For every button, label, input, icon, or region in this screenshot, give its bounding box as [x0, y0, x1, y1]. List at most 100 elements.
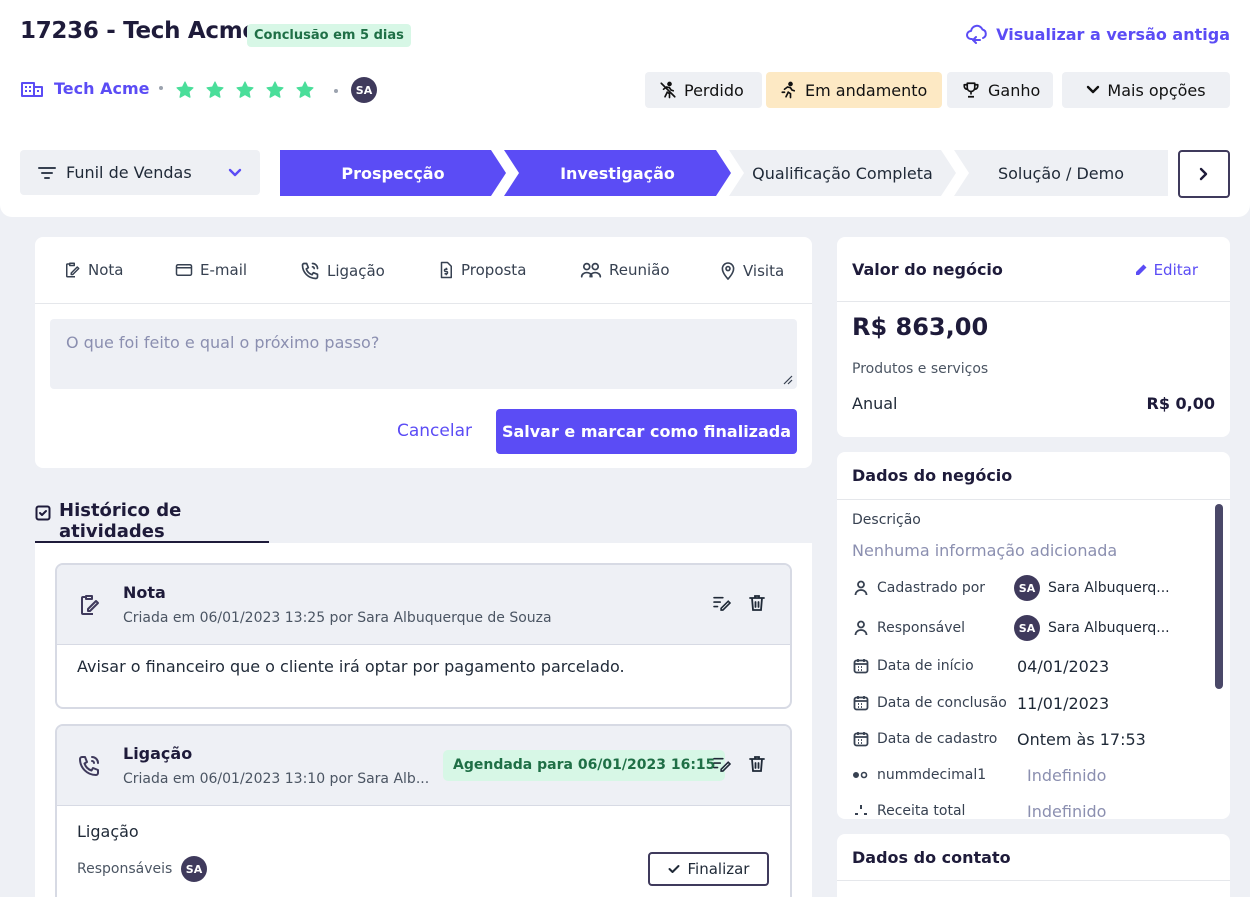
- annual-value: R$ 0,00: [1146, 394, 1216, 413]
- field-value[interactable]: 04/01/2023: [1017, 657, 1109, 676]
- star-icon[interactable]: [175, 80, 195, 100]
- decimal-icon: [852, 771, 870, 779]
- field-user[interactable]: SA Sara Albuquerq...: [1014, 575, 1170, 601]
- field-responsible: Responsável SA Sara Albuquerq...: [852, 614, 1170, 642]
- tab-proposta[interactable]: Proposta: [438, 261, 526, 279]
- tab-ligacao[interactable]: Ligação: [300, 261, 385, 281]
- lost-label: Perdido: [684, 80, 744, 100]
- old-version-link[interactable]: Visualizar a versão antiga: [966, 24, 1230, 44]
- save-finish-button[interactable]: Salvar e marcar como finalizada: [496, 409, 797, 454]
- star-icon[interactable]: [205, 80, 225, 100]
- old-version-label: Visualizar a versão antiga: [996, 24, 1230, 44]
- annual-label: Anual: [852, 394, 898, 413]
- trophy-icon: [961, 81, 981, 99]
- cloud-undo-icon: [966, 24, 988, 44]
- activity-type-tabs: Nota E-mail Ligação Proposta Reunião Vis…: [35, 237, 812, 304]
- more-options-label: Mais opções: [1107, 80, 1206, 100]
- edit-label: Editar: [1153, 261, 1198, 279]
- star-icon[interactable]: [235, 80, 255, 100]
- edit-icon[interactable]: [713, 756, 731, 772]
- running-icon: [780, 81, 798, 99]
- field-value[interactable]: 11/01/2023: [1017, 694, 1109, 713]
- phone-call-icon: [300, 261, 320, 281]
- lost-button[interactable]: Perdido: [645, 72, 762, 108]
- building-icon: [20, 78, 44, 98]
- history-tab[interactable]: Histórico de atividades: [35, 497, 269, 543]
- mail-icon: [175, 262, 193, 278]
- calendar-icon: [852, 731, 870, 747]
- users-icon: [580, 261, 602, 279]
- deal-title: 17236 - Tech Acme: [20, 18, 258, 44]
- numbers-icon: [852, 804, 870, 818]
- stage-qualificacao[interactable]: Qualificação Completa: [729, 150, 956, 196]
- more-options-button[interactable]: Mais opções: [1062, 72, 1230, 108]
- stages-next-button[interactable]: [1178, 150, 1230, 198]
- separator-dot: [334, 89, 338, 93]
- field-user[interactable]: SA Sara Albuquerq...: [1014, 615, 1170, 641]
- stage-prospeccao[interactable]: Prospecção: [280, 150, 506, 196]
- activity-textarea[interactable]: O que foi feito e qual o próximo passo?: [50, 319, 797, 389]
- tab-reuniao[interactable]: Reunião: [580, 261, 670, 279]
- activity-meta: Criada em 06/01/2023 13:10 por Sara Alb.…: [123, 771, 430, 787]
- deal-data-title: Dados do negócio: [852, 466, 1013, 485]
- stage-investigacao[interactable]: Investigação: [504, 150, 731, 196]
- company-name: Tech Acme: [54, 78, 150, 98]
- star-icon[interactable]: [265, 80, 285, 100]
- description-label: Descrição: [852, 512, 921, 528]
- tab-nota[interactable]: Nota: [63, 261, 123, 279]
- responsible-avatar[interactable]: SA: [181, 856, 207, 882]
- chevron-down-icon: [1086, 85, 1100, 95]
- card-header: [57, 565, 790, 645]
- tab-label: Proposta: [461, 261, 527, 279]
- note-edit-icon: [77, 593, 101, 617]
- contact-data-title: Dados do contato: [852, 848, 1011, 867]
- resize-handle-icon[interactable]: [783, 375, 793, 385]
- field-label: Data de cadastro: [877, 731, 998, 747]
- in-progress-button[interactable]: Em andamento: [766, 72, 942, 108]
- divider: [837, 301, 1230, 302]
- separator-dot: [159, 86, 164, 90]
- stage-label: Qualificação Completa: [752, 163, 933, 183]
- field-start-date: Data de início 04/01/2023: [852, 652, 1109, 680]
- user-avatar: SA: [1014, 575, 1040, 601]
- star-icon[interactable]: [295, 80, 315, 100]
- trash-icon[interactable]: [749, 755, 765, 773]
- trash-icon[interactable]: [749, 594, 765, 612]
- note-edit-icon: [63, 261, 81, 279]
- edit-icon[interactable]: [713, 595, 731, 611]
- owner-avatar[interactable]: SA: [351, 77, 377, 103]
- phone-call-icon: [77, 754, 101, 778]
- edit-value-button[interactable]: Editar: [1134, 261, 1198, 279]
- filter-icon: [38, 166, 56, 180]
- tab-label: Nota: [88, 261, 124, 279]
- history-tab-label: Histórico de atividades: [59, 500, 182, 542]
- activity-composer: Nota E-mail Ligação Proposta Reunião Vis…: [35, 237, 812, 468]
- field-label: Receita total: [877, 803, 966, 819]
- field-value[interactable]: Indefinido: [1027, 802, 1106, 820]
- field-value[interactable]: Indefinido: [1027, 766, 1106, 785]
- scrollbar[interactable]: [1215, 504, 1223, 689]
- company-link[interactable]: Tech Acme: [20, 78, 164, 98]
- deal-value-card: Valor do negócio Editar R$ 863,00 Produt…: [837, 237, 1230, 437]
- finish-button[interactable]: Finalizar: [648, 852, 769, 886]
- chevron-right-icon: [1199, 167, 1209, 181]
- field-created-date: Data de cadastro Ontem às 17:53: [852, 725, 1146, 753]
- activity-card-note: Nota Criada em 06/01/2023 13:25 por Sara…: [55, 563, 792, 709]
- field-total-revenue: Receita total Indefinido: [852, 797, 1106, 819]
- tab-visita[interactable]: Visita: [720, 261, 784, 281]
- calendar-icon: [852, 695, 870, 711]
- tab-email[interactable]: E-mail: [175, 261, 247, 279]
- field-end-date: Data de conclusão 11/01/2023: [852, 689, 1109, 717]
- products-label: Produtos e serviços: [852, 361, 989, 377]
- textarea-placeholder: O que foi feito e qual o próximo passo?: [66, 333, 380, 352]
- description-value[interactable]: Nenhuma informação adicionada: [852, 541, 1117, 560]
- deal-amount: R$ 863,00: [852, 313, 989, 341]
- won-button[interactable]: Ganho: [947, 72, 1053, 108]
- history-panel: Nota Criada em 06/01/2023 13:25 por Sara…: [35, 543, 812, 897]
- pencil-icon: [1134, 263, 1148, 277]
- cancel-button[interactable]: Cancelar: [397, 421, 472, 441]
- funnel-select[interactable]: Funil de Vendas: [20, 150, 260, 195]
- stage-solucao[interactable]: Solução / Demo: [954, 150, 1168, 196]
- rating-stars[interactable]: [175, 80, 315, 100]
- activity-body: Avisar o financeiro que o cliente irá op…: [77, 657, 625, 676]
